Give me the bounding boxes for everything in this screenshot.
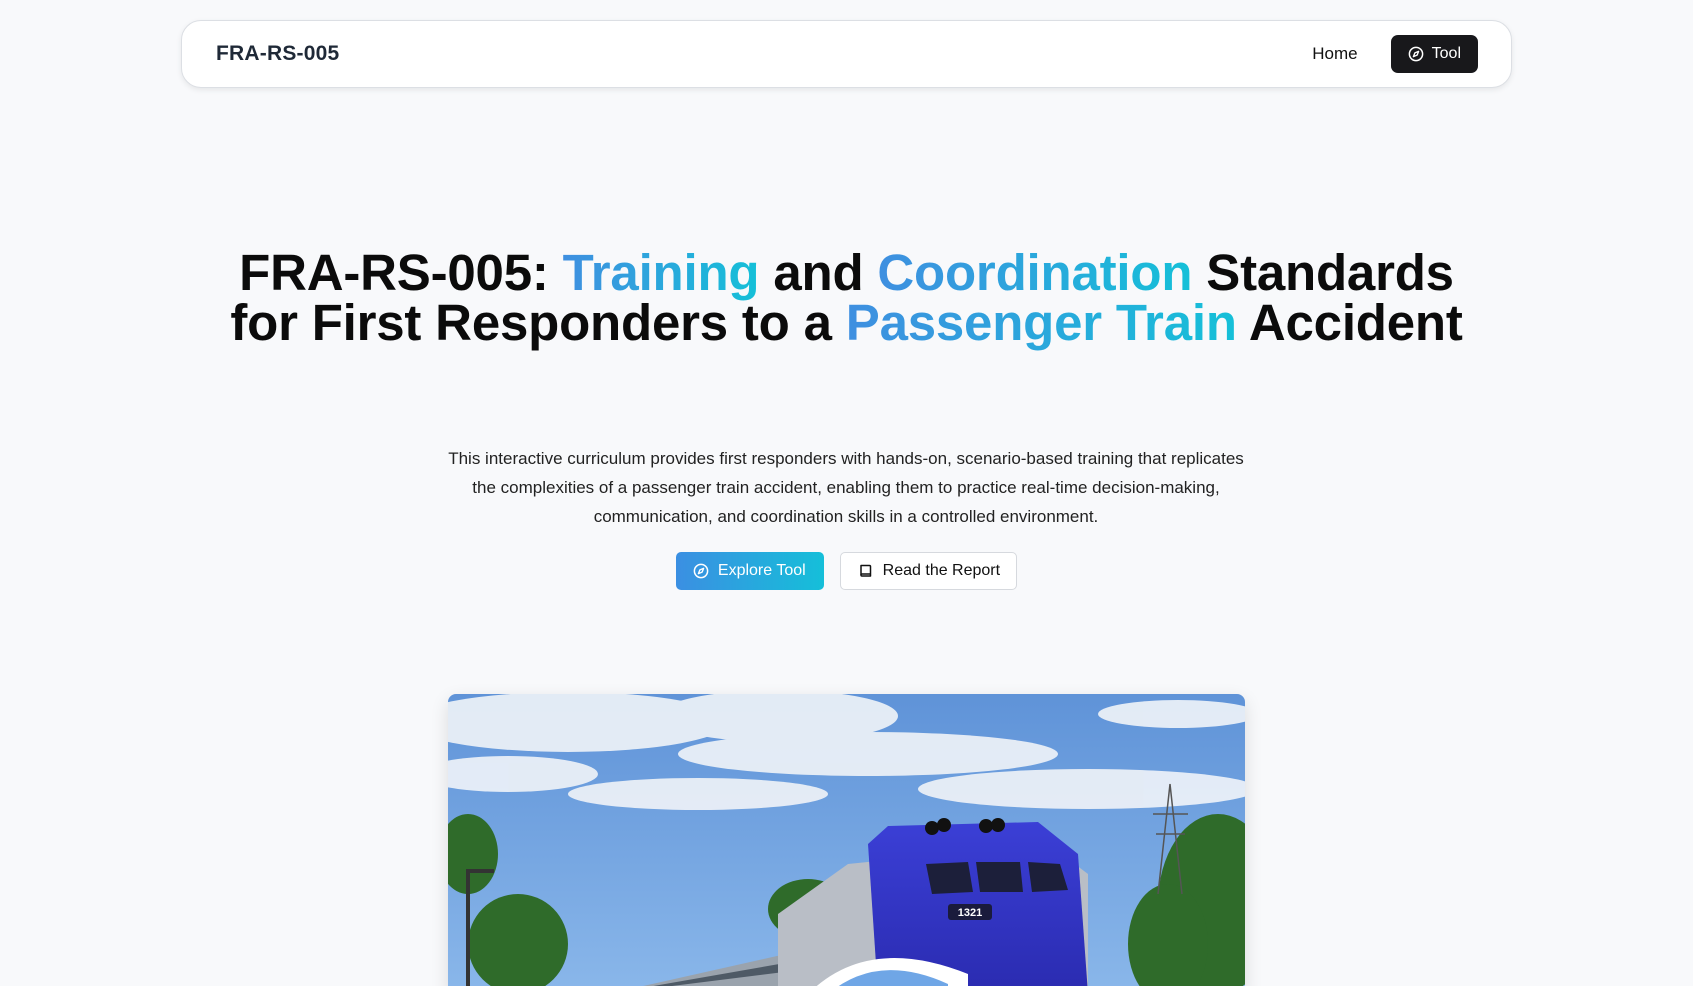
brand-logo-text[interactable]: FRA-RS-005 [216, 42, 339, 66]
hero-title: FRA-RS-005: Training and Coordination St… [200, 247, 1493, 351]
nav-tool-button[interactable]: Tool [1390, 35, 1478, 73]
explore-tool-label: Explore Tool [717, 562, 806, 579]
hero-description: This interactive curriculum provides fir… [448, 449, 1244, 526]
locomotive-number: 1321 [958, 907, 982, 919]
navbar: FRA-RS-005 Home Tool [181, 20, 1512, 88]
compass-icon [1408, 46, 1424, 62]
hero-title-part: and [759, 244, 878, 301]
page: FRA-RS-005 Home Tool FRA-RS-005: Trainin… [0, 0, 1693, 986]
compass-icon [693, 563, 709, 579]
read-report-label: Read the Report [882, 562, 1001, 579]
nav-home-link[interactable]: Home [1312, 44, 1357, 64]
train-illustration: 1321 [448, 694, 1245, 986]
hero-title-part: FRA-RS-005: [239, 244, 563, 301]
book-icon [858, 563, 874, 579]
hero-train-image: 1321 [448, 694, 1245, 986]
hero-title-accent: Training [562, 244, 760, 301]
hero-title-accent: Passenger Train [845, 294, 1237, 351]
nav-links: Home Tool [1312, 35, 1478, 73]
explore-tool-button[interactable]: Explore Tool [675, 552, 824, 590]
hero-title-accent: Coordination [877, 244, 1193, 301]
hero-actions: Explore Tool Read the Report [0, 552, 1693, 590]
read-report-button[interactable]: Read the Report [839, 552, 1018, 590]
nav-tool-label: Tool [1431, 45, 1461, 62]
hero-title-part: Accident [1236, 294, 1463, 351]
